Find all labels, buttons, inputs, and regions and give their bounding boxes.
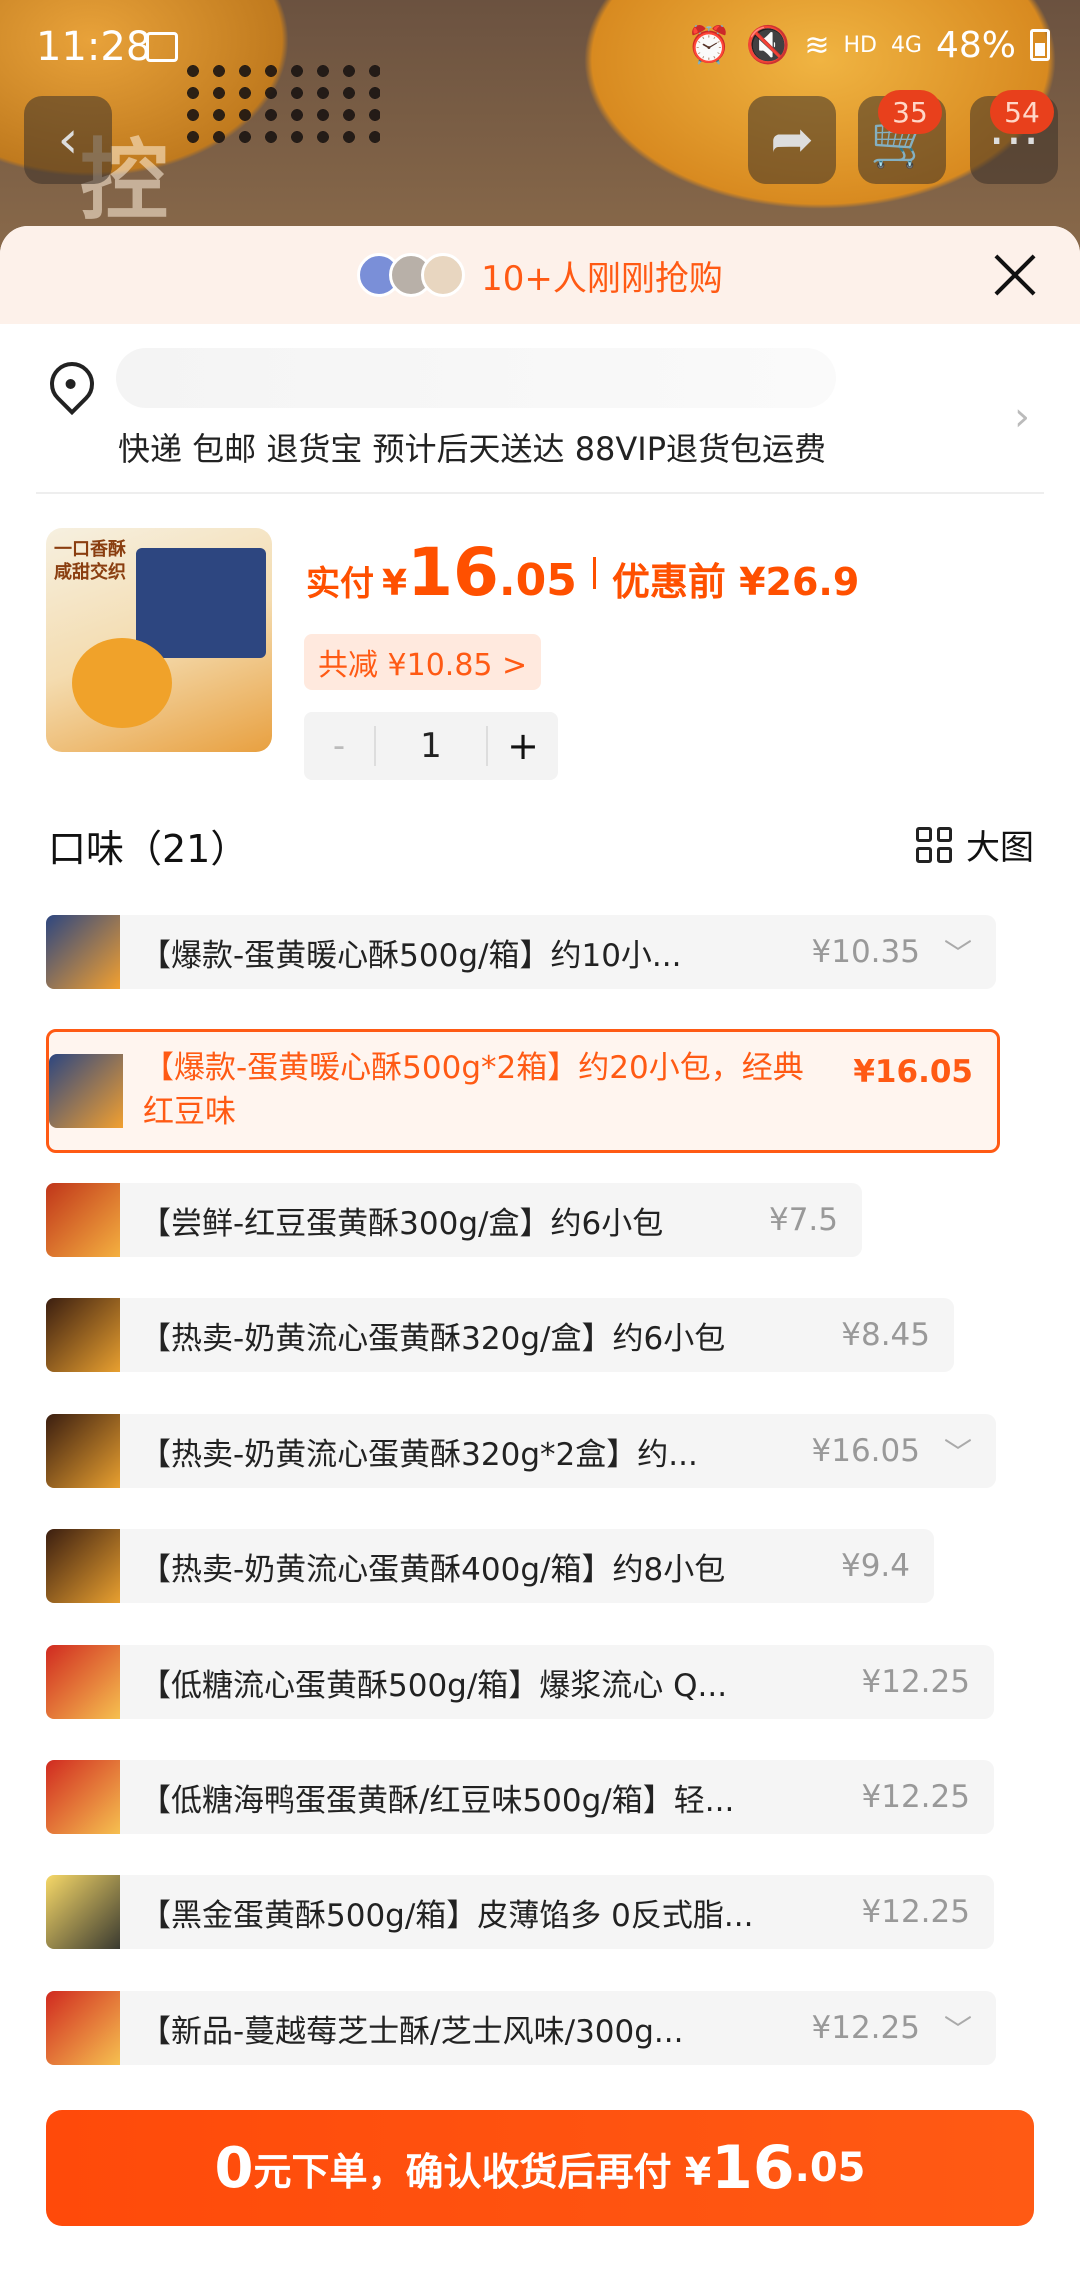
discount-badge[interactable]: 共减 ¥10.85 > — [304, 634, 542, 690]
status-icons: ⏰ 🔇 ≋ HD 4G 48% — [687, 24, 1050, 66]
option-price: ¥16.05 — [853, 1054, 973, 1090]
option-thumbnail — [49, 1054, 123, 1128]
alarm-icon: ⏰ — [686, 25, 732, 66]
option-price: ¥8.45 — [841, 1317, 930, 1353]
flavor-option[interactable]: 【热卖-奶黄流心蛋黄酥400g/箱】约8小包 ¥9.4 — [46, 1529, 934, 1603]
flavor-option[interactable]: 【爆款-蛋黄暖心酥500g/箱】约10小... ¥10.35 ﹀ — [46, 915, 996, 989]
option-thumbnail — [46, 1529, 120, 1603]
share-button[interactable]: ➦ — [748, 96, 836, 184]
more-button[interactable]: ⋯ 54 — [970, 90, 1058, 184]
status-time: 11:28 — [36, 24, 152, 70]
quantity-stepper: - 1 + — [304, 712, 558, 780]
avatar — [421, 253, 466, 297]
chevron-right-icon: › — [1014, 394, 1030, 440]
option-name: 【尝鲜-红豆蛋黄酥300g/盒】约6小包 — [140, 1205, 664, 1242]
increment-button[interactable]: + — [488, 712, 558, 780]
option-name: 【热卖-奶黄流心蛋黄酥400g/箱】约8小包 — [140, 1551, 726, 1588]
flavor-title: 口味（21） — [48, 827, 249, 871]
signal-label: 4G — [890, 32, 922, 58]
cart-badge: 35 — [878, 90, 942, 134]
chevron-down-icon: ﹀ — [943, 1436, 972, 1469]
cta-price-integer: 16 — [711, 2133, 795, 2203]
share-icon: ➦ — [770, 110, 814, 170]
option-price: ¥16.05 — [811, 1433, 920, 1469]
recent-buyers-text: 10+人刚刚抢购 — [481, 258, 723, 299]
chevron-left-icon: ‹ — [57, 110, 79, 170]
flavor-header: 口味（21） 大图 — [46, 774, 1034, 884]
price-divider — [592, 556, 596, 589]
option-name: 【爆款-蛋黄暖心酥500g/箱】约10小... — [140, 937, 682, 974]
confirm-order-button[interactable]: 0 元下单，确认收货后再付 ¥ 16 .05 — [46, 2110, 1034, 2226]
gallery-icon — [146, 32, 178, 62]
cta-zero: 0 — [214, 2135, 254, 2201]
cta-price-decimal: .05 — [794, 2145, 866, 2191]
buyer-avatars — [357, 253, 466, 297]
option-thumbnail — [46, 1298, 120, 1372]
option-name: 【爆款-蛋黄暖心酥500g*2箱】约20小包，经典红豆味 — [143, 1050, 804, 1130]
option-name: 【新品-蔓越莓芝士酥/芝士风味/300g... — [140, 2013, 684, 2050]
quantity-value[interactable]: 1 — [374, 726, 488, 766]
status-bar: 11:28 ⏰ 🔇 ≋ HD 4G 48% — [0, 0, 1080, 96]
option-price: ¥10.35 — [811, 934, 920, 970]
big-view-label: 大图 — [966, 828, 1034, 868]
chevron-down-icon: ﹀ — [943, 937, 972, 970]
chevron-down-icon: ﹀ — [943, 2013, 972, 2046]
product-box-image — [136, 548, 266, 658]
price-currency: ¥ — [382, 563, 408, 604]
flavor-option[interactable]: 【低糖海鸭蛋蛋黄酥/红豆味500g/箱】轻... ¥12.25 — [46, 1760, 994, 1834]
wifi-icon: ≋ — [804, 27, 830, 63]
flavor-option[interactable]: 【低糖流心蛋黄酥500g/箱】爆浆流心 Q... ¥12.25 — [46, 1645, 994, 1719]
option-thumbnail — [46, 1645, 120, 1719]
delivery-info: 快递 包邮 退货宝 预计后天送达 88VIP退货包运费 — [118, 430, 827, 468]
option-price: ¥12.25 — [811, 2010, 920, 2046]
hd-label: HD — [843, 32, 877, 58]
option-price: ¥7.5 — [768, 1202, 838, 1238]
cta-text: 元下单，确认收货后再付 ¥ — [253, 2149, 712, 2194]
option-price: ¥12.25 — [861, 1664, 970, 1700]
battery-percent: 48% — [935, 24, 1016, 66]
product-cake-image — [72, 638, 172, 728]
sheet-header: 10+人刚刚抢购 — [0, 226, 1080, 324]
option-thumbnail — [46, 915, 120, 989]
price-prefix: 实付 — [306, 564, 374, 604]
address-redacted — [116, 348, 836, 408]
option-thumbnail — [46, 1760, 120, 1834]
option-price: ¥12.25 — [861, 1779, 970, 1815]
option-name: 【热卖-奶黄流心蛋黄酥320g/盒】约6小包 — [140, 1320, 726, 1357]
flavor-option[interactable]: 【新品-蔓越莓芝士酥/芝士风味/300g... ¥12.25 ﹀ — [46, 1991, 996, 2065]
grid-icon — [916, 826, 952, 863]
price-before-discount: 优惠前 ¥26.9 — [611, 560, 860, 604]
option-thumbnail — [46, 1183, 120, 1257]
option-name: 【低糖海鸭蛋蛋黄酥/红豆味500g/箱】轻... — [140, 1782, 735, 1819]
product-summary: 一口香酥 咸甜交织 实付 ¥ 16 .05 优惠前 ¥26.9 共减 ¥10.8… — [46, 494, 1034, 780]
price-row: 实付 ¥ 16 .05 优惠前 ¥26.9 — [306, 534, 859, 611]
big-view-button[interactable]: 大图 — [916, 820, 1034, 869]
flavor-option[interactable]: 【尝鲜-红豆蛋黄酥300g/盒】约6小包 ¥7.5 — [46, 1183, 862, 1257]
cart-button[interactable]: 🛒 35 — [858, 90, 946, 184]
option-price: ¥12.25 — [861, 1894, 970, 1930]
mute-icon: 🔇 — [745, 25, 791, 66]
option-name: 【低糖流心蛋黄酥500g/箱】爆浆流心 Q... — [140, 1667, 728, 1704]
price-integer: 16 — [407, 534, 499, 611]
address-section[interactable]: 快递 包邮 退货宝 预计后天送达 88VIP退货包运费 › — [36, 324, 1044, 494]
flavor-option[interactable]: 【黑金蛋黄酥500g/箱】皮薄馅多 0反式脂... ¥12.25 — [46, 1875, 994, 1949]
price-decimal: .05 — [498, 555, 577, 606]
location-pin-icon — [40, 352, 104, 416]
flavor-option-selected[interactable]: 【爆款-蛋黄暖心酥500g*2箱】约20小包，经典红豆味 ¥16.05 — [46, 1029, 1000, 1153]
option-name: 【热卖-奶黄流心蛋黄酥320g*2盒】约... — [140, 1436, 698, 1473]
option-thumbnail — [46, 1875, 120, 1949]
option-thumbnail — [46, 1414, 120, 1488]
thumb-label: 一口香酥 咸甜交织 — [54, 539, 126, 584]
battery-icon — [1030, 29, 1050, 61]
back-button[interactable]: ‹ — [24, 96, 112, 184]
more-badge: 54 — [990, 90, 1054, 134]
option-name: 【黑金蛋黄酥500g/箱】皮薄馅多 0反式脂... — [140, 1897, 754, 1934]
option-price: ¥9.4 — [840, 1548, 910, 1584]
decrement-button[interactable]: - — [304, 712, 374, 780]
product-thumbnail[interactable]: 一口香酥 咸甜交织 — [46, 528, 272, 752]
option-thumbnail — [46, 1991, 120, 2065]
close-icon[interactable] — [988, 248, 1042, 302]
flavor-option[interactable]: 【热卖-奶黄流心蛋黄酥320g/盒】约6小包 ¥8.45 — [46, 1298, 954, 1372]
flavor-option[interactable]: 【热卖-奶黄流心蛋黄酥320g*2盒】约... ¥16.05 ﹀ — [46, 1414, 996, 1488]
